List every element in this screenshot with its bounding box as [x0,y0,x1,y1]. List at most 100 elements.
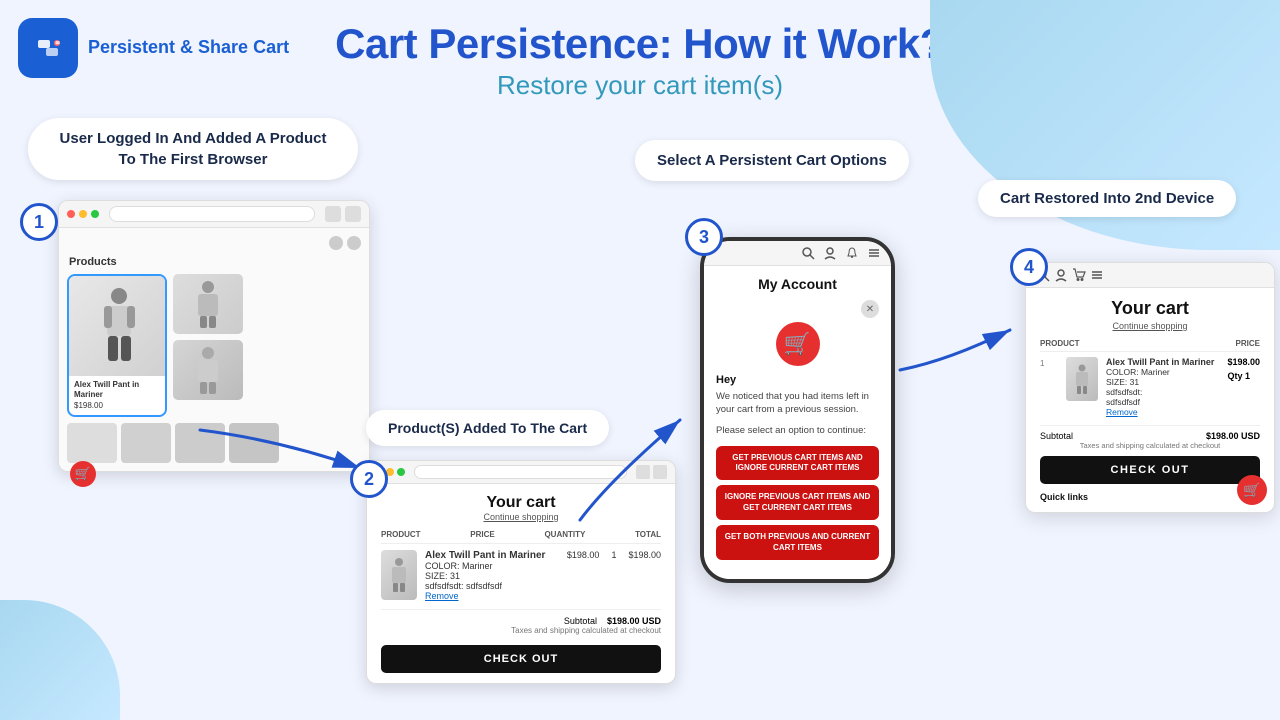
device-taxes: Taxes and shipping calculated at checkou… [1040,441,1260,450]
svg-text:✉: ✉ [56,41,60,47]
thumb4 [229,423,279,463]
thumb2 [121,423,171,463]
cart-taxes: Taxes and shipping calculated at checkou… [381,626,661,635]
device-cart-title: Your cart [1040,298,1260,319]
browser-button [325,206,341,222]
phone-cart-icon: 🛒 [776,322,820,366]
cart-url [414,465,627,479]
thumb3 [175,423,225,463]
logo-icon: ✉ [18,18,78,78]
step1-cart-icon: 🛒 [70,461,96,487]
step1-badge: 1 [20,203,58,241]
cart-item-qty: 1 [607,550,620,560]
step4-badge: 4 [1010,248,1048,286]
cart-item-details: Alex Twill Pant in Mariner COLOR: Marine… [425,550,559,601]
device-mock: Your cart Continue shopping PRODUCT PRIC… [1025,262,1275,513]
product-thumb-row [67,423,361,463]
cart-item-price: $198.00 [567,550,600,560]
cart-columns: PRODUCT PRICE QUANTITY TOTAL [381,530,661,544]
device-item-details: Alex Twill Pant in Mariner COLOR: Marine… [1106,357,1219,417]
phone-btn-2[interactable]: IGNORE PREVIOUS CART ITEMS AND GET CURRE… [716,485,879,520]
step2-cart: Your cart Continue shopping PRODUCT PRIC… [366,460,676,684]
device-item-row: 1 Alex Twill Pant in Mariner COLOR: Mari… [1040,357,1260,417]
phone-search-icon [801,246,815,260]
cart-remove-btn[interactable]: Remove [425,591,559,601]
cart-item-row: Alex Twill Pant in Mariner COLOR: Marine… [381,550,661,601]
step3-phone: My Account ✕ 🛒 Hey We noticed that you h… [700,237,895,583]
page-subtitle: Restore your cart item(s) [497,70,783,101]
step4-device: Your cart Continue shopping PRODUCT PRIC… [1025,262,1275,513]
products-header: Products [67,256,361,268]
product-sm-2 [173,340,243,400]
browser-dot-red [67,210,75,218]
browser-top-icons [329,236,361,250]
device-remove-btn[interactable]: Remove [1106,407,1219,417]
browser-body: Products [59,228,369,471]
page-wrapper: ✉ Persistent & Share Cart Cart Persisten… [0,0,1280,720]
device-columns: PRODUCT PRICE [1040,339,1260,352]
phone-message: We noticed that you had items left in yo… [716,390,879,417]
product-sm-1 [173,274,243,334]
device-item-price: $198.00 Qty 1 [1227,357,1260,381]
step2-badge: 2 [350,460,388,498]
cart-btn1 [636,465,650,479]
bg-decoration-bottom [0,600,120,720]
cart-item-img [381,550,417,600]
device-topbar [1026,263,1274,288]
cart-btn2 [653,465,667,479]
logo-text: Persistent & Share Cart [88,37,289,59]
logo-area: ✉ Persistent & Share Cart [18,18,289,78]
phone-btn-3[interactable]: GET BOTH PREVIOUS AND CURRENT CART ITEMS [716,525,879,560]
product-grid: Alex Twill Pant in Mariner $198.00 [67,274,361,417]
device-person-icon [1054,268,1068,282]
product-info-main: Alex Twill Pant in Mariner $198.00 [69,376,165,415]
device-menu-icon [1090,268,1104,282]
cart-item-total: $198.00 [628,550,661,560]
close-icon[interactable]: ✕ [861,300,879,318]
browser-dot-yellow [79,210,87,218]
device-body: Your cart Continue shopping PRODUCT PRIC… [1026,288,1274,512]
device-quick-links: Quick links [1040,492,1260,502]
cart-body: Your cart Continue shopping PRODUCT PRIC… [367,484,675,683]
phone-modal-close: ✕ [716,300,879,318]
device-qty-label: Qty 1 [1227,371,1260,381]
product-cards-small [173,274,243,417]
cart-mock: Your cart Continue shopping PRODUCT PRIC… [366,460,676,684]
phone-account-title: My Account [716,276,879,292]
step3-label: Select A Persistent Cart Options [635,140,909,181]
device-cart-sub: Continue shopping [1040,321,1260,331]
step4-label: Cart Restored Into 2nd Device [978,180,1236,217]
step3-badge: 3 [685,218,723,256]
phone-person-icon [823,246,837,260]
thumb1 [67,423,117,463]
device-item-num: 1 [1040,359,1058,368]
browser-dot-green [91,210,99,218]
phone-bell-icon [845,246,859,260]
phone-btn-1[interactable]: GET PREVIOUS CART ITEMS AND IGNORE CURRE… [716,446,879,481]
cart-subtotal: Subtotal $198.00 USD [381,609,661,626]
device-subtotal: Subtotal $198.00 USD [1040,425,1260,441]
page-title: Cart Persistence: How it Work? [335,20,945,68]
cart-header-bar [367,461,675,484]
cart-checkout-btn[interactable]: CHECK OUT [381,645,661,673]
product-img-main [69,276,167,376]
dot-g [397,468,405,476]
phone-hey: Hey [716,374,879,386]
device-cart-nav-icon [1072,268,1086,282]
phone-menu-icon [867,246,881,260]
browser-button2 [345,206,361,222]
browser-bar [59,201,369,228]
phone-topbar [704,241,891,266]
phone-body: My Account ✕ 🛒 Hey We noticed that you h… [704,266,891,579]
browser-url-bar [109,206,315,222]
product-card-featured: Alex Twill Pant in Mariner $198.00 [67,274,167,417]
step1-label: User Logged In And Added A Product To Th… [28,118,358,180]
step1-browser: Products [20,200,370,472]
icon2 [347,236,361,250]
cart-subtitle: Continue shopping [381,512,661,522]
icon1 [329,236,343,250]
device-item-img [1066,357,1098,401]
phone-select-msg: Please select an option to continue: [716,425,879,436]
device-checkout-btn[interactable]: CHECK OUT [1040,456,1260,484]
phone-mock: My Account ✕ 🛒 Hey We noticed that you h… [700,237,895,583]
